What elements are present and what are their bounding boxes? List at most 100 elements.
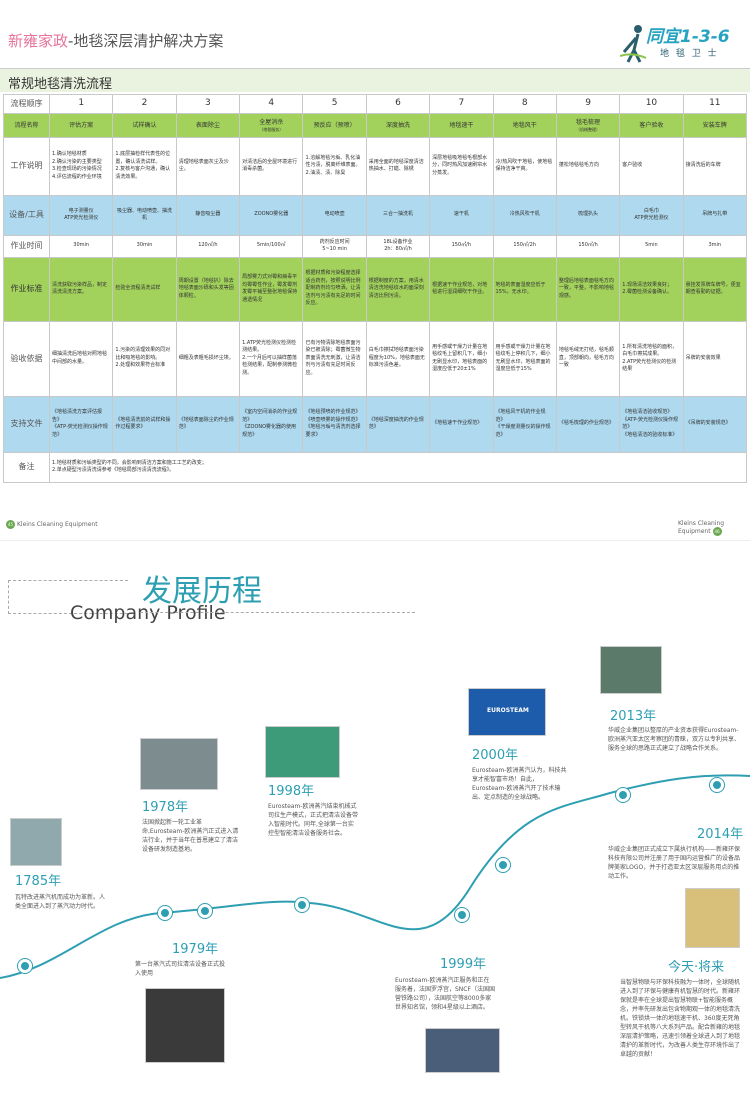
step-name-row: 流程名称 评估方案 试样确认 表面除尘 全屋消杀 （地毯服务） 预反应（预喷） 深度抽洗 地毯速… [3, 112, 748, 138]
timeline-photo-1 [140, 738, 218, 790]
timeline-text: 瓦特改进蒸汽机而成功为革新。人类全面进入到了蒸汽动力时代。 [15, 894, 106, 910]
tool-cell: 电子测量仪 ATP荧光检测仪 [48, 194, 114, 236]
tool-row: 设备/工具 电子测量仪 ATP荧光检测仪 吸尘器、电动喷壶、抽洗机 静音吸尘器 ZOONO… [3, 194, 748, 236]
step-name-cell: 安装车牌 [682, 112, 748, 138]
step-number-cell: 4 [239, 94, 304, 114]
step-name-cell: 深度抽洗 [365, 112, 431, 138]
work-time-cell: 120㎡/h [175, 234, 241, 258]
process-table: 流程顺序 1 2 3 4 5 6 7 8 9 10 11 流程名称 评估方案 试样确认 表面除尘 全屋消杀 （地毯… [3, 94, 748, 483]
step-number-cell: 7 [429, 94, 494, 114]
timeline-photo-3 [265, 726, 340, 778]
timeline-year: 2014年 [697, 827, 744, 842]
timeline-year: 2013年 [610, 709, 657, 724]
footer-left-label: Kleins Cleaning Equipment [17, 521, 98, 528]
step-name-cell: 全屋消杀 （地毯服务） [239, 112, 304, 138]
support-doc-cell: 《毯毛梳理的作业规范》 [555, 395, 621, 453]
timeline-year: 2000年 [472, 748, 519, 763]
footer-right: Kleins Cleaning Equipment 46 [678, 520, 750, 536]
step-name-cell: 试样确认 [112, 112, 177, 138]
acceptance-cell: 地毯毛绒无打结，毯毛顺直，顶部朝向，毯毛方向一致 [555, 320, 621, 397]
acceptance-cell: 1.污染的清理效果的同对比和吸地毯的影响。 2.处理和效果符合标准 [112, 320, 177, 397]
row-head: 备注 [3, 451, 50, 483]
step-number-cell: 8 [492, 94, 557, 114]
step-number-cell: 2 [112, 94, 177, 114]
row-head: 支持文件 [3, 395, 50, 453]
timeline-year: 1978年 [142, 800, 189, 815]
work-desc-cell: 接清洗后的车牌 [682, 136, 748, 196]
work-standard-cell: 周期设置（地毯扒）除去地毯表面沙砾和头发等固体颗粒。 [175, 256, 241, 322]
timeline-photo-7 [685, 888, 740, 948]
logo-main-text: 同宜1-3-6 [646, 27, 730, 47]
row-head: 流程顺序 [3, 94, 50, 114]
tool-cell: 吸尘器、电动喷壶、抽洗机 [112, 194, 177, 236]
timeline-year: 1785年 [15, 874, 62, 889]
tool-cell: 三合一抽洗机 [365, 194, 431, 236]
tool-cell: 梳理扒头 [555, 194, 621, 236]
work-standard-cell: 检验全流程清洗试样 [112, 256, 177, 322]
timeline-text: 第一台蒸汽式司拉清洁设备正式投入使用 [135, 961, 226, 977]
note-cell: 1.地毯材质和污垢类型的不同，会影响到清洁方案和施工工艺的改变； 2.单点硬型污渍… [49, 451, 747, 483]
work-time-cell: 药剂反应时间 5~10 min [302, 234, 367, 258]
step-name-cell: 预反应（预喷） [302, 112, 367, 138]
timeline-dot [295, 898, 309, 912]
acceptance-cell: 1.ATP荧光检测仪检测检测结果。 2.一个月后可以抽样菌落检测结果，配制参测微检… [239, 320, 304, 397]
step-name-cell: 表面除尘 [175, 112, 241, 138]
work-time-cell: 5min [619, 234, 684, 258]
step-number-cell: 10 [619, 94, 684, 114]
support-doc-cell: 《地毯清洁验收规范》 《ATP-荧光检测仪操作规范》 《地毯清洁的验收标准》 [619, 395, 684, 453]
logo-sub-text: 地 毯 卫 士 [660, 49, 719, 59]
acceptance-cell: 已有污物清除地毯表面污染已被清除；霉菌微生物表面清洗无刺激，让清洁剂与污渍有充足… [302, 320, 367, 397]
timeline-text: 华威企业集团正式成立下属执行机构——新雍环保科技有限公司并注册了用于国内运营推广… [608, 846, 741, 880]
page-number-left: 45 [6, 520, 15, 529]
work-standard-row: 作业标准 清洗获取污染样品，制定清洗清洗方案。 检验全流程清洗试样 周期设置（地毯扒）… [3, 256, 748, 322]
row-head: 设备/工具 [3, 194, 50, 236]
work-desc-cell: 冷/热风吹干地毯，使地毯保持洁净干爽。 [492, 136, 557, 196]
timeline-dot [616, 788, 630, 802]
step-name-cell: 毯毛梳理 （机械整理） [555, 112, 621, 138]
acceptance-cell: 1.所有清洗地毯的面积，白毛巾擦拭成果。 2.ATP荧光检测仪的检测结果 [619, 320, 684, 397]
work-time-cell: 150㎡/h [555, 234, 621, 258]
work-desc-cell: 清理地毯表面灰尘及沙尘。 [175, 136, 241, 196]
work-standard-cell: 局部雾力式对霉和病毒平均霉霉性作业，霉发霉剂发霉平铺至整张地毯保持通透情况 [239, 256, 304, 322]
work-standard-cell: 地毯的表面湿度应低于15%，无水印。 [492, 256, 557, 322]
section-title-bar: 常规地毯清洗流程 [0, 68, 750, 92]
step-number-cell: 6 [365, 94, 431, 114]
work-desc-cell: 1.底层抽检样代表性的位置，确认清洗试样。 2.复核与客户沟通，确认清洗效果。 [112, 136, 177, 196]
row-head: 作业标准 [3, 256, 50, 322]
timeline-text: Eurosteam-欧洲蒸汽结束机械式司拉生产模式，正式把清洁设备带入智能时代。… [268, 803, 359, 837]
support-doc-cell: 《地毯预喷的作业规范》 《喷壶喷雾的操作规范》 《地毯污垢与清洗剂选择要求》 [302, 395, 367, 453]
timeline-year: 1999年 [440, 957, 487, 972]
tool-cell: 冷热风吹干机 [492, 194, 557, 236]
support-doc-cell: 《地毯清洗前的试样和操作过程要求》 [112, 395, 177, 453]
timeline-dot [18, 959, 32, 973]
timeline-dot [496, 858, 510, 872]
step-number-cell: 1 [48, 94, 114, 114]
acceptance-cell: 吊牌的安装效果 [682, 320, 748, 397]
work-standard-cell: 根据材质和污染程度选择适合药剂，按照说明比例配制药剂均匀喷洒，让清洁剂与污渍有充… [302, 256, 367, 322]
work-desc-cell: 深层地毯吸地毯毛根部水分，同时热风加速刷帘水分蒸发。 [429, 136, 494, 196]
process-page: 新雍家政-地毯深层清护解决方案 同宜1-3-6 地 毯 卫 士 常规地毯清洗流程… [0, 0, 750, 540]
step-name-cell: 评估方案 [48, 112, 114, 138]
timeline-year: 1979年 [172, 942, 219, 957]
row-head: 验收依据 [3, 320, 50, 397]
page-gap [0, 540, 750, 548]
timeline-dot [158, 906, 172, 920]
tool-cell: ZOONO雾化器 [239, 194, 304, 236]
timeline-dot [710, 778, 724, 792]
work-standard-cell: 根据制度的方案，用清水清洁洗地毯纹水的面深刻清洁比例污渍。 [365, 256, 431, 322]
work-time-cell: 30min [112, 234, 177, 258]
work-time-cell: 5min/100㎡ [239, 234, 304, 258]
page-header-title: 新雍家政-地毯深层清护解决方案 [8, 30, 223, 51]
support-doc-cell: 《地毯深度抽洗的作业规范》 [365, 395, 431, 453]
support-doc-cell: 《吊牌的安装规范》 [682, 395, 748, 453]
work-standard-cell: 根据速干作业规范，对地毯进行湿润细吹干作业。 [429, 256, 494, 322]
company-logo: 同宜1-3-6 地 毯 卫 士 [620, 22, 745, 67]
work-desc-cell: 蓬松地毯毯毛方向 [555, 136, 621, 196]
timeline-year: 1998年 [268, 784, 315, 799]
timeline-photo-5: EUROSTEAM [468, 688, 546, 736]
work-desc-row: 工作说明 1.确认地毯材质 2.确认污染的主要类型 3.检查现场的污染情况 4.评估流程… [3, 136, 748, 196]
step-number-row: 流程顺序 1 2 3 4 5 6 7 8 9 10 11 [3, 94, 748, 114]
work-time-row: 作业时间 30min 30min 120㎡/h 5min/100㎡ 药剂反应时间 5~10 … [3, 234, 748, 258]
row-head: 工作说明 [3, 136, 50, 196]
tool-cell: 速干机 [429, 194, 494, 236]
